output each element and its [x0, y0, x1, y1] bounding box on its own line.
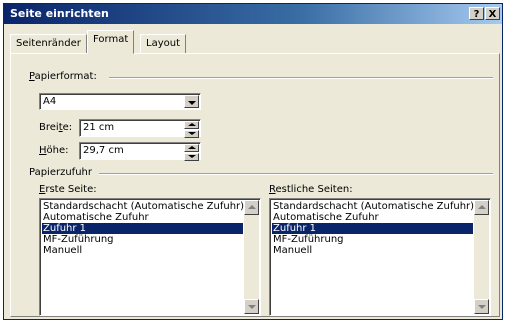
dialog-title: Seite einrichten — [10, 7, 109, 20]
paper-size-value: A4 — [43, 96, 57, 107]
chevron-down-icon — [188, 101, 196, 105]
tab-format[interactable]: Format — [87, 30, 135, 54]
tab-panel-format: Papierformat: A4 Breite: 21 cm Höhe: 29,… — [10, 53, 500, 317]
spin-up-button[interactable] — [184, 144, 199, 152]
paper-source-group: Papierzufuhr — [29, 167, 493, 179]
other-pages-label: Restliche Seiten: — [269, 184, 353, 195]
arrow-down-icon — [188, 155, 196, 158]
scroll-up-button[interactable] — [244, 200, 259, 215]
list-item[interactable]: Manuell — [272, 245, 473, 256]
arrow-up-icon — [188, 123, 196, 126]
arrow-up-icon — [248, 205, 256, 209]
paper-source-group-label: Papierzufuhr — [29, 167, 95, 178]
list-item[interactable]: Manuell — [42, 245, 243, 256]
paper-format-group-label: Papierformat: — [29, 71, 100, 82]
scroll-down-button[interactable] — [244, 299, 259, 314]
vertical-scrollbar[interactable] — [244, 200, 259, 314]
first-page-listbox[interactable]: Standardschacht (Automatische Zufuhr) Au… — [39, 198, 261, 316]
list-item[interactable]: Standardschacht (Automatische Zufuhr) — [272, 201, 474, 212]
vertical-scrollbar[interactable] — [474, 200, 489, 314]
height-value: 29,7 cm — [83, 145, 124, 156]
spin-up-button[interactable] — [184, 121, 199, 129]
arrow-up-icon — [188, 146, 196, 149]
spin-down-button[interactable] — [184, 130, 199, 138]
scroll-up-button[interactable] — [474, 200, 489, 215]
help-button[interactable]: ? — [469, 7, 484, 20]
arrow-down-icon — [248, 305, 256, 309]
height-input[interactable]: 29,7 cm — [79, 142, 201, 161]
list-item[interactable]: MF-Zuführung — [272, 234, 473, 245]
tab-seitenraender[interactable]: Seitenränder — [10, 34, 87, 53]
list-item[interactable]: Automatische Zufuhr — [272, 212, 473, 223]
first-page-label: Erste Seite: — [39, 184, 97, 195]
paper-format-group: Papierformat: — [29, 71, 493, 83]
width-value: 21 cm — [83, 122, 115, 133]
first-page-items: Standardschacht (Automatische Zufuhr) Au… — [42, 201, 244, 256]
close-button[interactable]: X — [485, 7, 500, 20]
dropdown-button[interactable] — [184, 95, 199, 108]
page-setup-dialog: Seite einrichten ? X Seitenränder Format… — [3, 3, 503, 320]
list-item-selected[interactable]: Zufuhr 1 — [42, 223, 243, 234]
group-divider — [99, 173, 493, 175]
list-item[interactable]: Automatische Zufuhr — [42, 212, 243, 223]
tab-layout[interactable]: Layout — [140, 34, 186, 53]
height-label: Höhe: — [39, 145, 69, 156]
paper-size-dropdown[interactable]: A4 — [39, 93, 201, 110]
group-divider — [109, 77, 493, 79]
other-pages-items: Standardschacht (Automatische Zufuhr) Au… — [272, 201, 474, 256]
arrow-up-icon — [478, 205, 486, 209]
arrow-down-icon — [478, 305, 486, 309]
scroll-down-button[interactable] — [474, 299, 489, 314]
list-item[interactable]: MF-Zuführung — [42, 234, 243, 245]
list-item[interactable]: Standardschacht (Automatische Zufuhr) — [42, 201, 244, 212]
height-spinner[interactable] — [184, 144, 199, 161]
arrow-down-icon — [188, 132, 196, 135]
width-input[interactable]: 21 cm — [79, 119, 201, 138]
width-spinner[interactable] — [184, 121, 199, 138]
other-pages-listbox[interactable]: Standardschacht (Automatische Zufuhr) Au… — [269, 198, 491, 316]
width-label: Breite: — [39, 122, 73, 133]
spin-down-button[interactable] — [184, 153, 199, 161]
title-bar[interactable]: Seite einrichten ? X — [4, 4, 502, 24]
list-item-selected[interactable]: Zufuhr 1 — [272, 223, 473, 234]
